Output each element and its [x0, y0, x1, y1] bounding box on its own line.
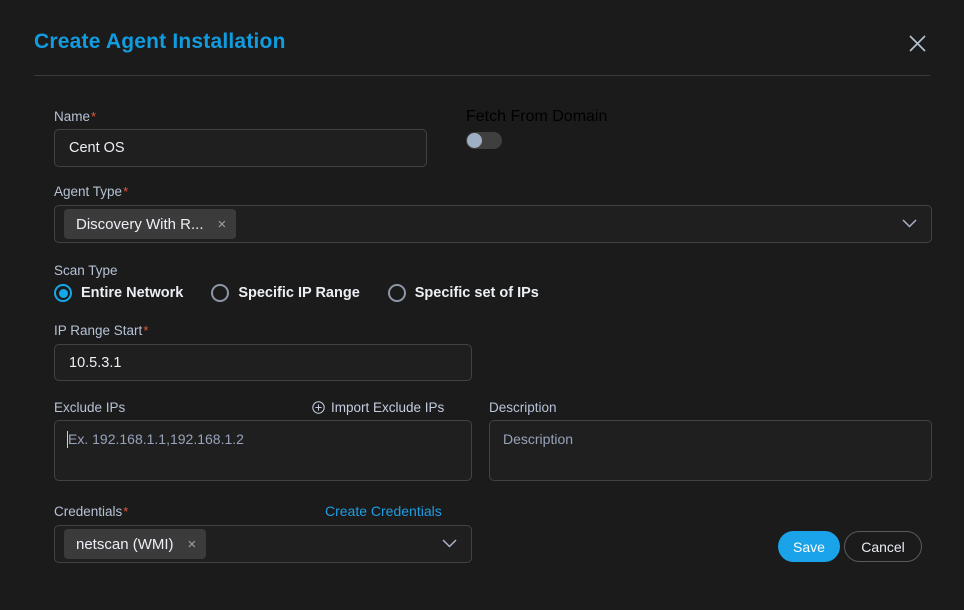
- ip-range-start-input[interactable]: [54, 344, 472, 381]
- radio-icon-unselected: [211, 284, 230, 302]
- create-agent-installation-dialog: Create Agent Installation Name* Fetch Fr…: [0, 0, 964, 610]
- fetch-from-domain-toggle[interactable]: [466, 132, 502, 149]
- scan-type-option-label: Specific IP Range: [238, 285, 360, 301]
- scan-type-option-specific-ip-range[interactable]: Specific IP Range: [211, 284, 360, 302]
- dialog-header: Create Agent Installation: [34, 28, 930, 74]
- description-label: Description: [489, 400, 557, 415]
- scan-type-label: Scan Type: [54, 263, 118, 278]
- chevron-down-icon: [902, 215, 917, 233]
- ip-range-start-label-wrap: IP Range Start*: [54, 322, 148, 340]
- toggle-knob: [467, 133, 482, 148]
- description-textarea[interactable]: [489, 420, 932, 481]
- plus-circle-icon: [312, 401, 325, 414]
- agent-type-chip: Discovery With R... ×: [64, 209, 237, 239]
- credentials-required-mark: *: [123, 504, 129, 519]
- name-label-wrap: Name*: [54, 108, 96, 126]
- agent-type-chip-label: Discovery With R...: [76, 215, 204, 233]
- radio-icon-unselected: [387, 284, 406, 302]
- scan-type-option-label: Specific set of IPs: [414, 285, 539, 301]
- agent-type-label: Agent Type: [54, 184, 123, 199]
- header-divider: [34, 75, 930, 76]
- credentials-chip-remove-icon[interactable]: ×: [186, 537, 199, 552]
- exclude-ips-textarea[interactable]: [54, 420, 472, 481]
- ip-range-start-field-wrap: [54, 344, 472, 381]
- agent-type-select[interactable]: Discovery With R... ×: [54, 205, 932, 243]
- credentials-chip-label: netscan (WMI): [76, 535, 174, 553]
- scan-type-option-label: Entire Network: [81, 285, 184, 301]
- name-label: Name: [54, 109, 91, 124]
- credentials-chip: netscan (WMI) ×: [64, 529, 207, 559]
- ip-range-start-label: IP Range Start: [54, 323, 143, 338]
- ip-range-start-required-mark: *: [143, 323, 149, 338]
- credentials-label: Credentials: [54, 504, 123, 519]
- scan-type-option-specific-set-of-ips[interactable]: Specific set of IPs: [387, 284, 539, 302]
- fetch-from-domain-label: Fetch From Domain: [466, 108, 608, 125]
- description-field-wrap: [489, 420, 932, 481]
- text-caret: [67, 431, 68, 448]
- page-title: Create Agent Installation: [34, 30, 286, 53]
- scan-type-radio-group: Entire Network Specific IP Range Specifi…: [54, 284, 567, 302]
- credentials-select[interactable]: netscan (WMI) ×: [54, 525, 472, 563]
- chevron-down-icon: [442, 535, 457, 553]
- scan-type-option-entire-network[interactable]: Entire Network: [54, 284, 183, 302]
- import-exclude-ips-label: Import Exclude IPs: [331, 400, 445, 415]
- agent-type-chip-remove-icon[interactable]: ×: [216, 217, 229, 232]
- agent-type-label-wrap: Agent Type*: [54, 183, 128, 201]
- cancel-button[interactable]: Cancel: [844, 531, 922, 562]
- name-input[interactable]: [54, 129, 427, 167]
- radio-icon-selected: [54, 284, 72, 302]
- exclude-ips-field-wrap: [54, 420, 472, 481]
- exclude-ips-label: Exclude IPs: [54, 400, 126, 415]
- name-required-mark: *: [91, 109, 97, 124]
- save-button[interactable]: Save: [778, 531, 840, 562]
- create-credentials-link[interactable]: Create Credentials: [325, 503, 442, 519]
- agent-type-required-mark: *: [123, 184, 129, 199]
- import-exclude-ips-link[interactable]: Import Exclude IPs: [312, 400, 444, 415]
- close-icon[interactable]: [904, 30, 930, 56]
- name-field-wrap: [54, 129, 427, 167]
- credentials-label-wrap: Credentials*: [54, 503, 128, 521]
